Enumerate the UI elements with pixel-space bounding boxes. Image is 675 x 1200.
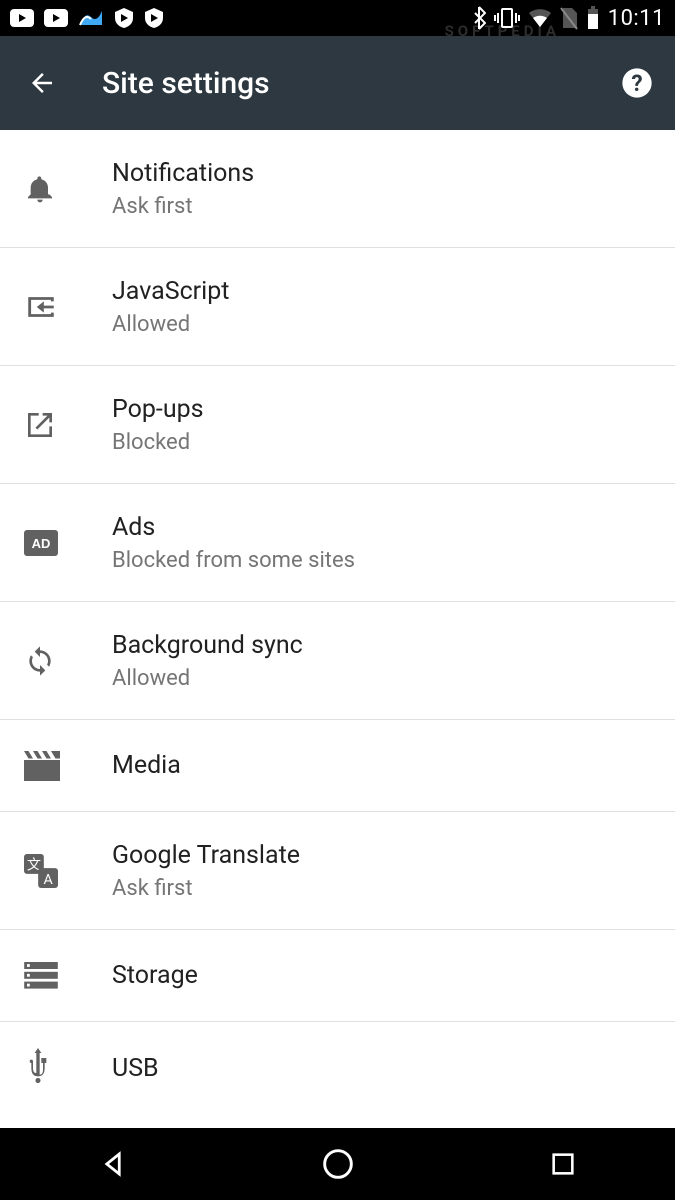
setting-subtitle: Blocked from some sites: [112, 548, 355, 573]
play-protect-icon: [144, 7, 164, 29]
app-icon: [78, 7, 104, 29]
setting-item-background-sync[interactable]: Background sync Allowed: [0, 602, 675, 720]
setting-subtitle: Ask first: [112, 876, 300, 901]
app-bar: Site settings ?: [0, 36, 675, 130]
setting-title: Background sync: [112, 631, 303, 660]
help-icon: ?: [621, 67, 653, 99]
setting-subtitle: Ask first: [112, 194, 254, 219]
storage-icon: [24, 962, 112, 990]
setting-item-storage[interactable]: Storage: [0, 930, 675, 1022]
nav-back-button[interactable]: [63, 1134, 163, 1194]
setting-subtitle: Allowed: [112, 312, 229, 337]
status-left: [10, 7, 164, 29]
setting-item-popups[interactable]: Pop-ups Blocked: [0, 366, 675, 484]
setting-title: JavaScript: [112, 277, 229, 306]
sync-icon: [24, 645, 112, 677]
status-bar: 10:11: [0, 0, 675, 36]
import-arrow-icon: [24, 292, 112, 322]
setting-subtitle: Allowed: [112, 666, 303, 691]
setting-title: Google Translate: [112, 841, 300, 870]
svg-text:?: ?: [631, 70, 642, 97]
setting-item-javascript[interactable]: JavaScript Allowed: [0, 248, 675, 366]
navigation-bar: [0, 1128, 675, 1200]
bluetooth-icon: [472, 6, 486, 30]
setting-item-ads[interactable]: AD Ads Blocked from some sites: [0, 484, 675, 602]
youtube-icon: [10, 9, 34, 27]
arrow-back-icon: [27, 68, 57, 98]
svg-text:AD: AD: [32, 536, 51, 551]
svg-text:A: A: [43, 871, 53, 887]
setting-subtitle: Blocked: [112, 430, 204, 455]
setting-item-notifications[interactable]: Notifications Ask first: [0, 130, 675, 248]
help-button[interactable]: ?: [617, 63, 657, 103]
square-recents-icon: [549, 1150, 577, 1178]
setting-title: Notifications: [112, 159, 254, 188]
status-right: 10:11: [472, 6, 665, 31]
setting-title: USB: [112, 1054, 159, 1083]
setting-item-google-translate[interactable]: 文A Google Translate Ask first: [0, 812, 675, 930]
back-button[interactable]: [18, 59, 66, 107]
setting-item-media[interactable]: Media: [0, 720, 675, 812]
bell-icon: [24, 171, 112, 207]
open-in-new-icon: [24, 409, 112, 441]
translate-icon: 文A: [24, 854, 112, 888]
no-sim-icon: [560, 6, 578, 30]
settings-list: Notifications Ask first JavaScript Allow…: [0, 130, 675, 1114]
setting-item-usb[interactable]: USB: [0, 1022, 675, 1114]
setting-title: Storage: [112, 961, 198, 990]
setting-title: Media: [112, 751, 181, 780]
vibrate-icon: [494, 7, 520, 29]
page-title: Site settings: [102, 66, 617, 101]
nav-recents-button[interactable]: [513, 1134, 613, 1194]
play-protect-icon: [114, 7, 134, 29]
status-clock: 10:11: [608, 6, 665, 31]
clapperboard-icon: [24, 751, 112, 781]
triangle-back-icon: [98, 1149, 128, 1179]
usb-icon: [24, 1048, 112, 1088]
youtube-icon: [44, 9, 68, 27]
nav-home-button[interactable]: [288, 1134, 388, 1194]
setting-title: Ads: [112, 513, 355, 542]
circle-home-icon: [322, 1148, 354, 1180]
wifi-icon: [528, 8, 552, 28]
battery-icon: [586, 6, 600, 30]
ad-icon: AD: [24, 530, 112, 556]
setting-title: Pop-ups: [112, 395, 204, 424]
